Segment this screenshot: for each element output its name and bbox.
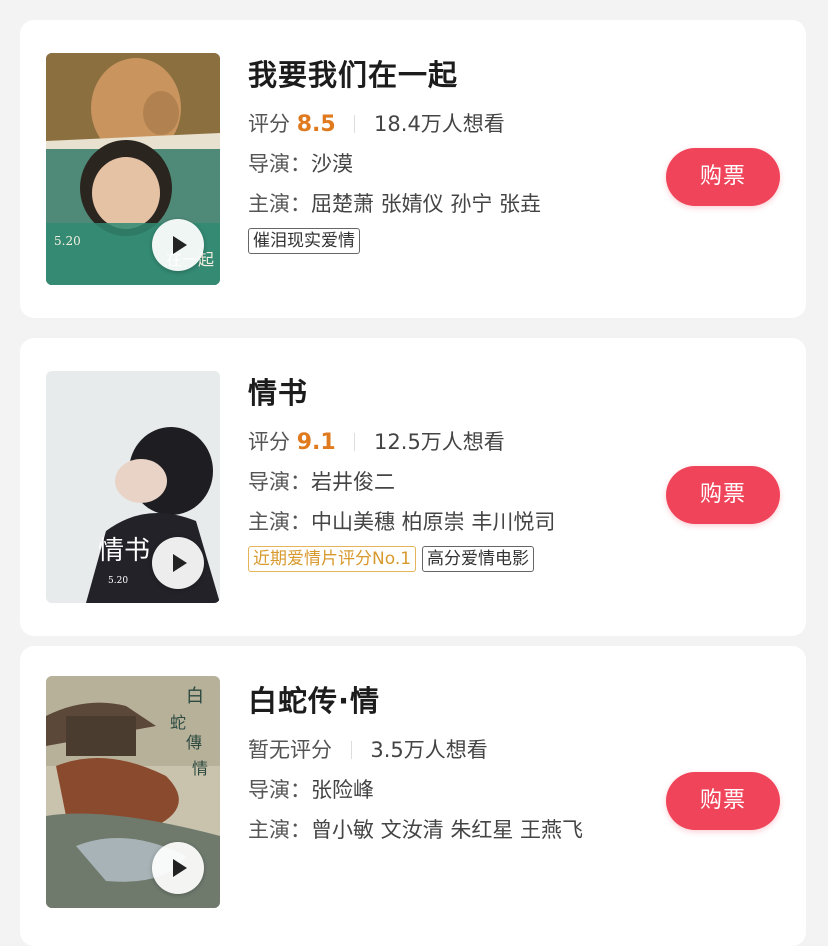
want-count: 18.4万人想看: [374, 112, 505, 136]
movie-title[interactable]: 我要我们在一起: [248, 54, 648, 96]
movie-title[interactable]: 情书: [248, 372, 648, 414]
poster-title-char: 情: [192, 759, 208, 778]
poster-title-char: 蛇: [170, 713, 186, 732]
poster-title-char: 傳: [186, 733, 202, 752]
divider: [354, 433, 356, 451]
movie-title[interactable]: 白蛇传·情: [248, 680, 648, 722]
divider: [354, 115, 356, 133]
movie-info: 情书 评分 9.1 12.5万人想看 导演：岩井俊二 主演：中山美穗 柏原崇 丰…: [248, 372, 648, 574]
tag: 高分爱情电影: [422, 546, 535, 572]
cast-label: 主演：: [248, 510, 311, 534]
buy-ticket-button[interactable]: 购票: [666, 772, 780, 830]
movie-card[interactable]: 情书 5.20 情书 评分 9.1 12.5万人想看 导演：岩井俊二 主演：中山…: [20, 338, 806, 636]
want-count: 12.5万人想看: [374, 430, 505, 454]
movie-poster[interactable]: 5.20 在一起: [46, 53, 220, 285]
director-row: 导演：张险峰: [248, 770, 648, 810]
cast-names: 中山美穗 柏原崇 丰川悦司: [311, 510, 556, 534]
divider: [350, 741, 352, 759]
movie-list: 5.20 在一起 我要我们在一起 评分 8.5 18.4万人想看 导演：沙漠 主…: [0, 0, 828, 946]
score-row: 评分 8.5 18.4万人想看: [248, 104, 648, 144]
cast-row: 主演：屈楚萧 张婧仪 孙宁 张垚: [248, 184, 648, 224]
cast-names: 屈楚萧 张婧仪 孙宁 张垚: [311, 192, 542, 216]
director-name: 沙漠: [311, 152, 353, 176]
director-label: 导演：: [248, 470, 311, 494]
director-label: 导演：: [248, 152, 311, 176]
tag: 催泪现实爱情: [248, 228, 360, 254]
score-value: 8.5: [296, 112, 336, 137]
director-row: 导演：岩井俊二: [248, 462, 648, 502]
cast-row: 主演：中山美穗 柏原崇 丰川悦司: [248, 502, 648, 542]
score-label: 暂无评分: [248, 738, 332, 762]
poster-title-char: 白: [186, 686, 204, 707]
score-row: 评分 9.1 12.5万人想看: [248, 422, 648, 462]
tag-row: 近期爱情片评分No.1 高分爱情电影: [248, 546, 648, 574]
movie-info: 白蛇传·情 暂无评分 3.5万人想看 导演：张险峰 主演：曾小敏 文汝清 朱红星…: [248, 680, 648, 850]
play-button[interactable]: [152, 842, 204, 894]
cast-label: 主演：: [248, 818, 311, 842]
cast-names: 曾小敏 文汝清 朱红星 王燕飞: [311, 818, 584, 842]
score-label: 评分: [248, 112, 290, 136]
want-count: 3.5万人想看: [370, 738, 488, 762]
director-label: 导演：: [248, 778, 311, 802]
buy-ticket-button[interactable]: 购票: [666, 148, 780, 206]
movie-info: 我要我们在一起 评分 8.5 18.4万人想看 导演：沙漠 主演：屈楚萧 张婧仪…: [248, 54, 648, 256]
tag-row: 催泪现实爱情: [248, 228, 648, 256]
buy-ticket-button[interactable]: 购票: [666, 466, 780, 524]
score-value: 9.1: [296, 430, 336, 455]
play-button[interactable]: [152, 219, 204, 271]
director-name: 岩井俊二: [311, 470, 395, 494]
poster-title-text: 情书: [98, 536, 150, 566]
director-name: 张险峰: [311, 778, 374, 802]
play-icon: [173, 859, 187, 877]
movie-card[interactable]: 5.20 在一起 我要我们在一起 评分 8.5 18.4万人想看 导演：沙漠 主…: [20, 20, 806, 318]
score-row: 暂无评分 3.5万人想看: [248, 730, 648, 770]
score-label: 评分: [248, 430, 290, 454]
play-button[interactable]: [152, 537, 204, 589]
play-icon: [173, 236, 187, 254]
movie-card[interactable]: 白 蛇 傳 情 白蛇传·情 暂无评分 3.5万人想看 导演：张险峰 主演：曾小敏…: [20, 646, 806, 946]
cast-label: 主演：: [248, 192, 311, 216]
movie-poster[interactable]: 情书 5.20: [46, 371, 220, 603]
play-icon: [173, 554, 187, 572]
director-row: 导演：沙漠: [248, 144, 648, 184]
cast-row: 主演：曾小敏 文汝清 朱红星 王燕飞: [248, 810, 648, 850]
movie-poster[interactable]: 白 蛇 傳 情: [46, 676, 220, 908]
poster-date-text: 5.20: [54, 234, 81, 248]
tag-highlight: 近期爱情片评分No.1: [248, 546, 417, 572]
poster-date-text: 5.20: [108, 576, 128, 586]
